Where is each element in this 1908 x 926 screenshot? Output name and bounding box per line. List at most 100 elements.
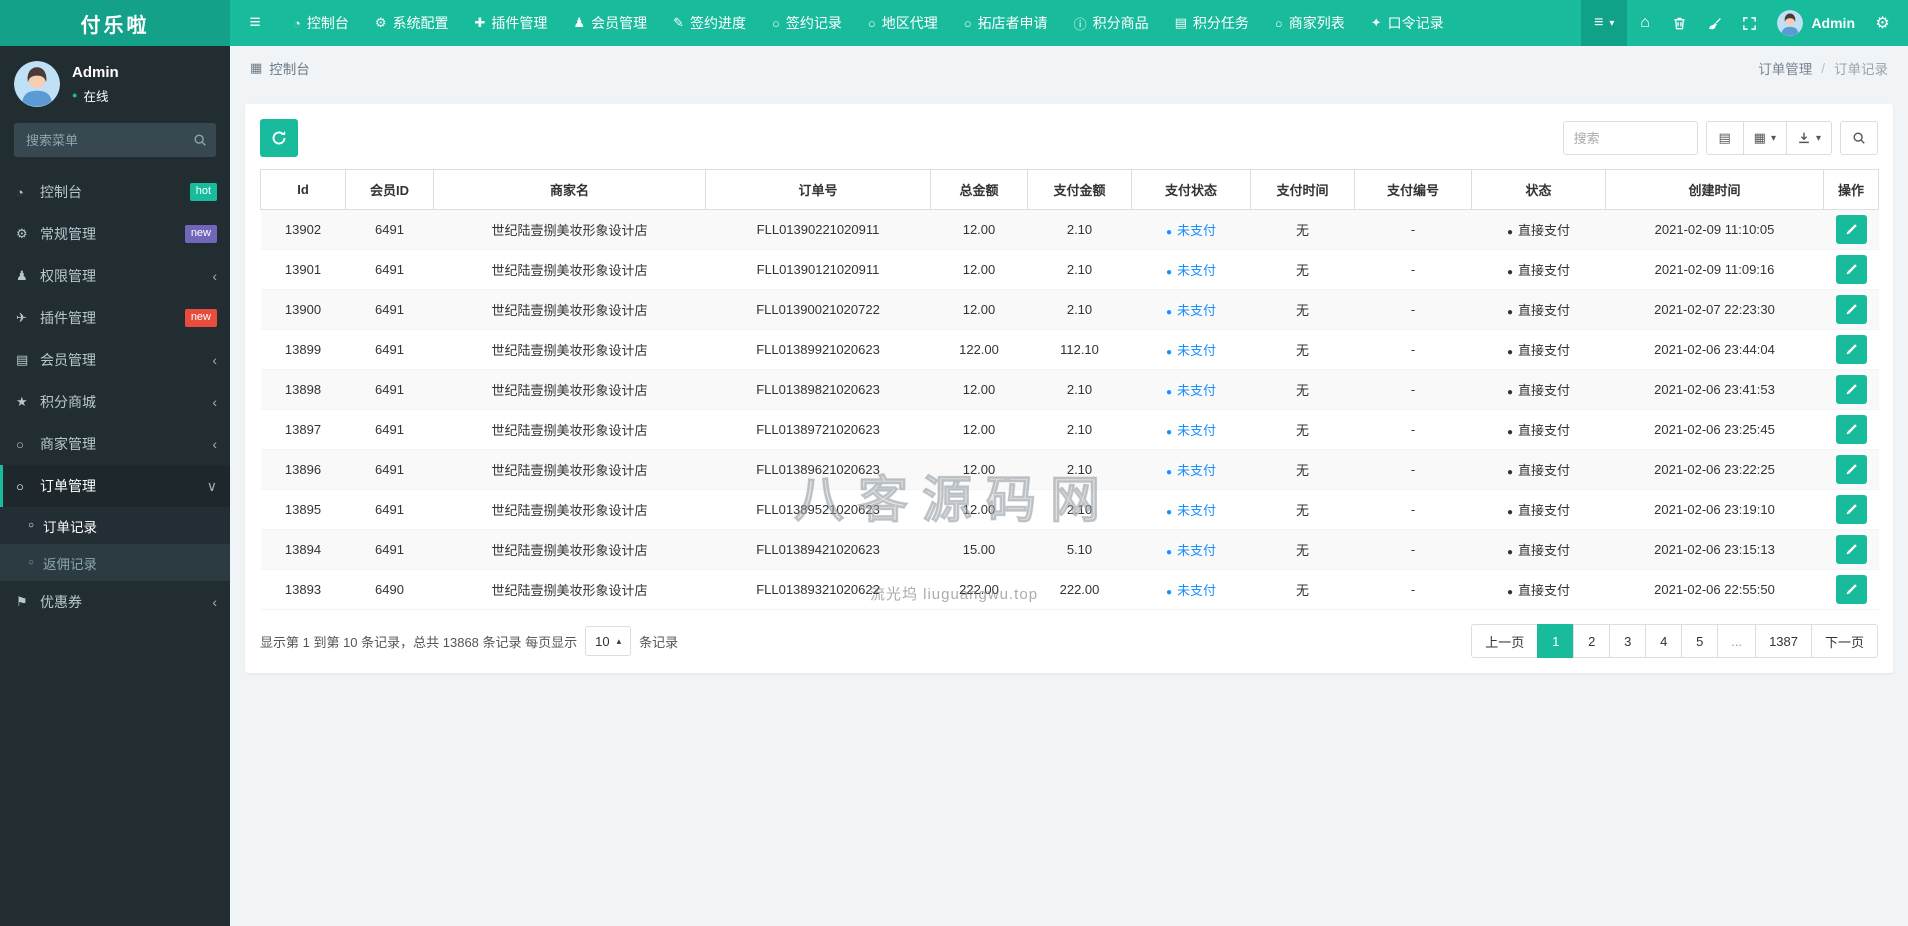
sidebar-item-link[interactable]: ♟ 权限管理 ‹: [0, 255, 230, 297]
columns-button[interactable]: ▦ ▾: [1742, 121, 1787, 155]
edit-button[interactable]: [1835, 415, 1867, 444]
cell-id: 13896: [260, 449, 346, 490]
clear-cache-button[interactable]: [1662, 0, 1697, 46]
status-dot-icon: ●: [1165, 267, 1173, 278]
sidebar-item-link[interactable]: ▤ 会员管理 ‹: [0, 339, 230, 381]
topnav-item[interactable]: ⓘ 积分商品: [1061, 0, 1162, 46]
column-header[interactable]: 状态: [1471, 169, 1606, 210]
sidebar-subitem-link[interactable]: ○ 返佣记录: [0, 544, 230, 581]
fullscreen-button[interactable]: [1732, 0, 1767, 46]
edit-button[interactable]: [1835, 255, 1867, 284]
topnav-item-label: 系统配置: [392, 15, 449, 31]
user-name: Admin: [1811, 15, 1855, 31]
topnav-item[interactable]: ○ 商家列表: [1262, 0, 1358, 46]
clean-data-button[interactable]: [1697, 0, 1732, 46]
cell-id: 13899: [260, 329, 346, 370]
home-button[interactable]: ⌂: [1627, 0, 1662, 46]
column-header[interactable]: 支付时间: [1250, 169, 1355, 210]
sidebar-item-link[interactable]: ⚙ 常规管理 new: [0, 213, 230, 255]
user-menu[interactable]: Admin: [1767, 0, 1865, 46]
column-header[interactable]: 订单号: [705, 169, 931, 210]
edit-button[interactable]: [1835, 455, 1867, 484]
toggle-search-button[interactable]: [1840, 121, 1878, 155]
column-header[interactable]: 商家名: [433, 169, 706, 210]
cell-member-id: 6491: [345, 529, 434, 570]
topnav-item[interactable]: ⚙ 系统配置: [362, 0, 462, 46]
cell-shop-name: 世纪陆壹捌美妆形象设计店: [433, 369, 706, 410]
settings-button[interactable]: ⚙: [1865, 0, 1900, 46]
export-button[interactable]: ▾: [1785, 121, 1832, 155]
topnav-item[interactable]: ◔ 控制台: [280, 0, 362, 46]
points-goods-icon: ⓘ: [1073, 16, 1087, 32]
column-header[interactable]: 支付金额: [1027, 169, 1132, 210]
topnav-item[interactable]: ✎ 签约进度: [660, 0, 759, 46]
edit-button[interactable]: [1835, 575, 1867, 604]
sidebar-item-link[interactable]: ⚑ 优惠券 ‹: [0, 581, 230, 623]
topnav-item[interactable]: ♟ 会员管理: [560, 0, 660, 46]
column-header[interactable]: 创建时间: [1605, 169, 1824, 210]
edit-button[interactable]: [1835, 495, 1867, 524]
dashboard-icon: ◔: [16, 184, 24, 200]
refresh-button[interactable]: [260, 119, 298, 157]
topnav-item[interactable]: ✚ 插件管理: [462, 0, 561, 46]
breadcrumb-parent[interactable]: 订单管理: [1758, 58, 1812, 78]
topnav-item[interactable]: ○ 拓店者申请: [951, 0, 1061, 46]
column-header[interactable]: Id: [260, 169, 346, 210]
sidebar-item-link[interactable]: ○ 商家管理 ‹: [0, 423, 230, 465]
cell-pay-time: 无: [1250, 489, 1355, 530]
column-header[interactable]: 支付状态: [1131, 169, 1251, 210]
nav-list-dropdown-button[interactable]: ≡ ▾: [1581, 0, 1628, 46]
dashboard-icon: ▦: [250, 60, 263, 75]
page-button[interactable]: 1: [1537, 624, 1575, 658]
column-header[interactable]: 总金额: [930, 169, 1028, 210]
page-button[interactable]: ...: [1717, 624, 1757, 658]
sidebar-item: ⚑ 优惠券 ‹: [0, 581, 230, 623]
cell-actions: [1823, 289, 1879, 330]
sidebar-item-link[interactable]: ★ 积分商城 ‹: [0, 381, 230, 423]
column-header[interactable]: 支付编号: [1354, 169, 1472, 210]
page-button[interactable]: 5: [1681, 624, 1719, 658]
cell-pay-status: ● 未支付: [1131, 449, 1251, 490]
page-button[interactable]: 3: [1609, 624, 1647, 658]
sidebar-item-link[interactable]: ◔ 控制台 hot: [0, 171, 230, 213]
topnav-item[interactable]: ○ 地区代理: [855, 0, 951, 46]
sidebar-item-link[interactable]: ○ 订单管理 ∨: [0, 465, 230, 507]
breadcrumb-current[interactable]: 控制台: [269, 58, 310, 78]
store-apply-icon: ○: [963, 15, 972, 31]
edit-button[interactable]: [1835, 215, 1867, 244]
table-search-input[interactable]: [1562, 121, 1698, 155]
page-button[interactable]: 4: [1645, 624, 1683, 658]
status-dot-icon: ●: [1506, 547, 1514, 558]
chevron-icon: ‹: [212, 594, 217, 610]
search-icon[interactable]: [193, 133, 207, 147]
addon-icon: ✈: [16, 310, 27, 325]
edit-button[interactable]: [1835, 335, 1867, 364]
sidebar-search-input[interactable]: [14, 123, 216, 157]
cell-actions: [1823, 369, 1879, 410]
table-icon: ▤: [1718, 130, 1731, 145]
edit-button[interactable]: [1835, 535, 1867, 564]
next-page-button[interactable]: 下一页: [1810, 624, 1878, 658]
topnav-item[interactable]: ○ 签约记录: [759, 0, 855, 46]
sidebar-subitem-link[interactable]: ○ 订单记录: [0, 507, 230, 544]
status-dot-icon: ●: [1506, 387, 1514, 398]
page-button[interactable]: 2: [1573, 624, 1611, 658]
topnav-item[interactable]: ▤ 积分任务: [1162, 0, 1262, 46]
page-button[interactable]: 1387: [1755, 624, 1812, 658]
status-text: 直接支付: [1518, 423, 1571, 438]
topnav-item[interactable]: ✦ 口令记录: [1358, 0, 1457, 46]
edit-button[interactable]: [1835, 375, 1867, 404]
column-header[interactable]: 操作: [1823, 169, 1879, 210]
app-logo[interactable]: 付乐啦: [0, 0, 230, 46]
cell-pay-no: -: [1354, 409, 1472, 450]
table-row: 13901 6491 世纪陆壹捌美妆形象设计店 FLL0139012102091…: [260, 249, 1879, 290]
prev-page-button[interactable]: 上一页: [1471, 624, 1539, 658]
column-header[interactable]: 会员ID: [345, 169, 434, 210]
page-size-select[interactable]: 10 ▴: [585, 626, 632, 656]
edit-button[interactable]: [1835, 295, 1867, 324]
common-search-button[interactable]: ▤: [1705, 121, 1744, 155]
badge: new: [184, 309, 217, 327]
cell-actions: [1823, 569, 1879, 610]
sidebar-item-link[interactable]: ✈ 插件管理 new: [0, 297, 230, 339]
sidebar-toggle-button[interactable]: ≡: [230, 0, 280, 46]
